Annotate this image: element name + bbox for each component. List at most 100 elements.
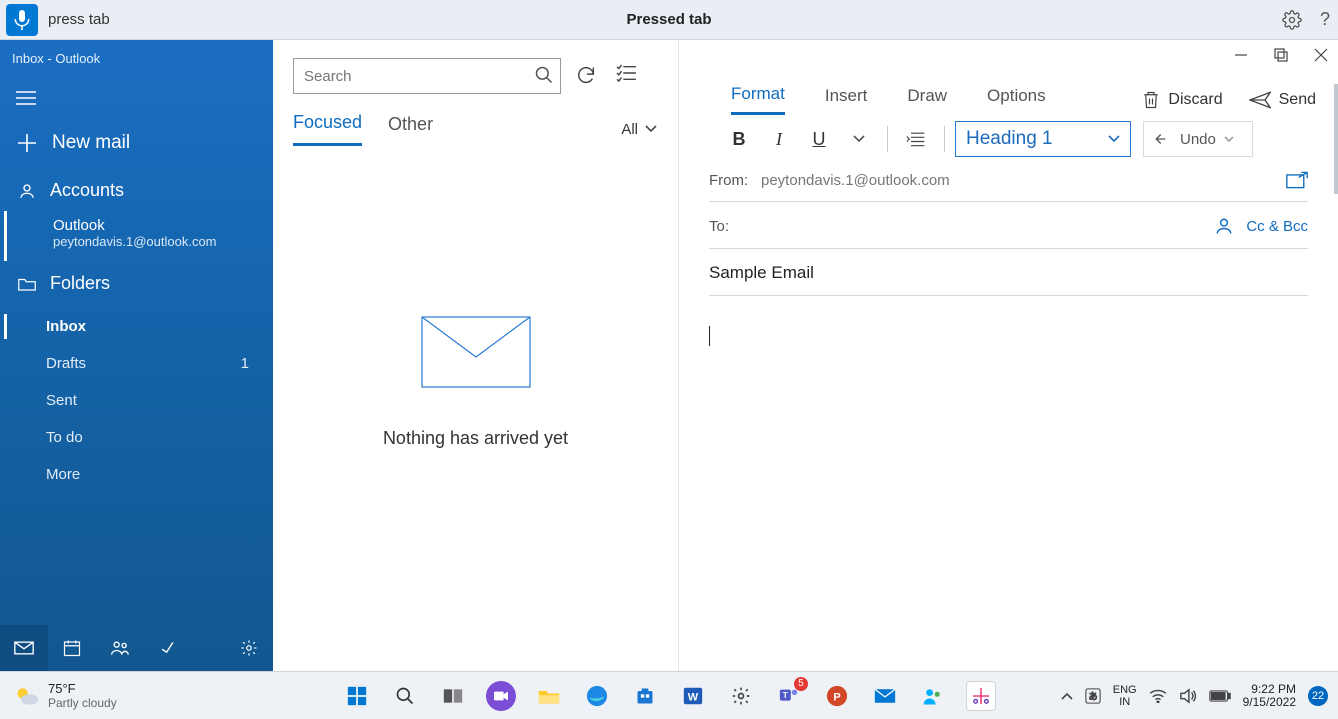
wifi-icon [1149,689,1167,703]
separator [944,126,945,152]
scrollbar[interactable] [1334,84,1338,194]
account-item[interactable]: Outlook peytondavis.1@outlook.com [4,211,273,261]
start-button[interactable] [342,681,372,711]
notification-badge[interactable]: 22 [1308,686,1328,706]
popout-button[interactable] [1286,171,1308,189]
todo-app-icon[interactable] [144,625,192,671]
account-name: Outlook [53,217,255,234]
underline-button[interactable]: U [801,122,837,156]
cc-bcc-button[interactable]: Cc & Bcc [1246,218,1308,235]
mail-app-icon[interactable] [0,625,48,671]
task-view[interactable] [438,681,468,711]
to-label: To: [709,218,761,235]
compose-tab-format[interactable]: Format [731,84,785,115]
filter-dropdown[interactable]: All [621,121,658,138]
folder-icon [538,687,560,705]
app-edge[interactable] [582,681,612,711]
app-store[interactable] [630,681,660,711]
compose-tab-draw[interactable]: Draw [907,86,947,114]
tray-chevron[interactable] [1061,692,1073,700]
sidebar-settings-icon[interactable] [225,625,273,671]
send-button[interactable]: Send [1249,91,1316,109]
mic-button[interactable] [6,4,38,36]
store-icon [635,686,655,706]
subject-row[interactable]: Sample Email [709,263,1308,296]
undo-button[interactable]: Undo [1143,121,1253,157]
calendar-app-icon[interactable] [48,625,96,671]
select-mode-button[interactable] [615,64,637,86]
font-more-button[interactable] [841,122,877,156]
app-settings[interactable] [726,681,756,711]
tray-ime[interactable]: あ [1085,688,1101,704]
snip-icon [972,687,990,705]
app-mail[interactable] [870,681,900,711]
italic-button[interactable]: I [761,122,797,156]
app-people[interactable] [918,681,948,711]
empty-state: Nothing has arrived yet [273,146,678,671]
search-box[interactable] [293,58,561,94]
popout-icon [1286,171,1308,189]
account-email: peytondavis.1@outlook.com [53,234,255,249]
send-label: Send [1279,91,1316,109]
undo-icon [1154,131,1172,147]
compose-tab-options[interactable]: Options [987,86,1046,114]
help-icon[interactable]: ? [1320,9,1330,30]
tray-wifi[interactable] [1149,689,1167,703]
folder-sent[interactable]: Sent [0,382,273,419]
tab-focused[interactable]: Focused [293,112,362,146]
language-indicator[interactable]: ENG IN [1113,684,1137,708]
app-chat[interactable] [486,681,516,711]
hamburger-button[interactable] [6,78,46,118]
accounts-header[interactable]: Accounts [0,168,273,211]
folder-count: 1 [241,355,249,372]
weather-widget[interactable]: 75°F Partly cloudy [0,681,117,710]
edge-icon [586,685,608,707]
app-powerpoint[interactable]: P [822,681,852,711]
bold-button[interactable]: B [721,122,757,156]
to-row[interactable]: To: Cc & Bcc [709,216,1308,249]
email-body[interactable] [709,326,1308,606]
minimize-button[interactable] [1234,48,1248,62]
people-icon [110,640,130,656]
app-word[interactable]: W [678,681,708,711]
tray-volume[interactable] [1179,688,1197,704]
indent-icon [906,131,926,147]
compose-tab-insert[interactable]: Insert [825,86,868,114]
search-icon[interactable] [534,65,554,85]
folder-label: To do [46,429,83,446]
app-explorer[interactable] [534,681,564,711]
compose-pane: Format Insert Draw Options Discard Send … [679,40,1338,671]
maximize-button[interactable] [1274,48,1288,62]
clock[interactable]: 9:22 PM 9/15/2022 [1243,683,1296,709]
folders-header[interactable]: Folders [0,261,273,304]
mail-icon [874,688,896,704]
tray-battery[interactable] [1209,690,1231,702]
search-input[interactable] [304,68,524,85]
close-icon [1314,48,1328,62]
refresh-button[interactable] [575,64,597,86]
app-snip[interactable] [966,681,996,711]
tab-other[interactable]: Other [388,114,433,145]
paragraph-button[interactable] [898,122,934,156]
style-select[interactable]: Heading 1 [955,121,1131,157]
folder-more[interactable]: More [0,456,273,493]
lang-line1: ENG [1113,684,1137,696]
app-teams[interactable]: T5 [774,681,804,711]
folder-drafts[interactable]: Drafts 1 [0,345,273,382]
new-mail-button[interactable]: New mail [0,118,273,168]
people-app-icon[interactable] [96,625,144,671]
check-icon [159,639,177,657]
ime-icon: あ [1085,688,1101,704]
folder-inbox[interactable]: Inbox [0,308,273,345]
contacts-button[interactable] [1214,216,1234,236]
refresh-icon [575,64,597,86]
taskbar-search[interactable] [390,681,420,711]
folder-todo[interactable]: To do [0,419,273,456]
weather-icon [14,684,40,708]
undo-more[interactable] [1224,136,1242,143]
search-icon [395,686,415,706]
svg-text:あ: あ [1088,691,1097,701]
discard-button[interactable]: Discard [1142,90,1222,110]
close-button[interactable] [1314,48,1328,62]
settings-icon[interactable] [1282,10,1302,30]
